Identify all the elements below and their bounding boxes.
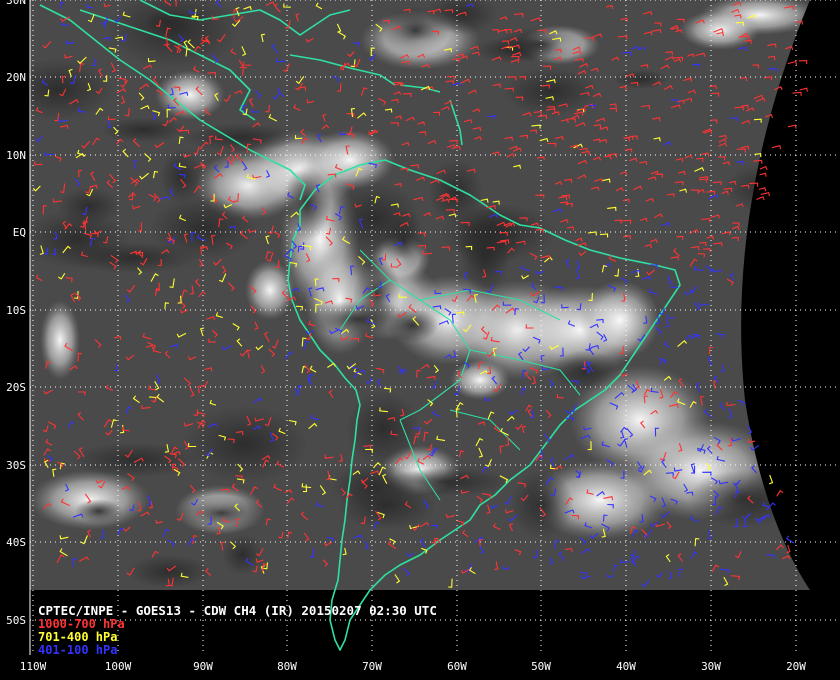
clear-sky-patch [183,123,298,152]
longitude-label: 50W [531,660,551,673]
clear-sky-patch [460,216,510,296]
longitude-label: 40W [616,660,636,673]
longitude-label: 90W [193,660,213,673]
latitude-label: 40S [6,536,26,549]
longitude-label: 100W [105,660,132,673]
clear-sky-patch [474,36,555,64]
legend-mid-level: 701-400 hPa [38,630,117,644]
cloud-patch [450,360,510,400]
clear-sky-patch [327,181,422,256]
latitude-label: 20S [6,381,26,394]
clear-sky-patch [305,300,413,338]
longitude-label: 70W [362,660,382,673]
latitude-label: 30N [6,0,26,7]
clear-sky-patch [510,469,574,540]
clear-sky-patch [612,69,670,90]
longitude-label: 110W [20,660,47,673]
map-title: CPTEC/INPE - GOES13 - CDW CH4 (IR) 20150… [38,603,437,618]
clear-sky-patch [283,165,332,241]
longitude-label: 30W [701,660,721,673]
latitude-label: 20N [6,71,26,84]
longitude-label: 60W [447,660,467,673]
clear-sky-patch [100,117,186,143]
latitude-label: 10S [6,304,26,317]
ir-image [30,0,810,590]
longitude-label: 20W [786,660,806,673]
latitude-label: EQ [13,226,26,239]
clear-sky-patch [160,148,204,205]
clear-sky-patch [74,498,123,524]
clear-sky-patch [182,405,309,484]
satellite-wind-map: 110W 100W 90W 80W 70W 60W 50W 40W 30W 20W 30N 20N 1… [0,0,840,680]
longitude-label: 80W [277,660,297,673]
latitude-label: 10N [6,149,26,162]
latitude-label: 50S [6,614,26,627]
clear-sky-patch [386,467,511,497]
legend-low-level: 1000-700 hPa [38,617,125,631]
legend-high-level: 401-100 hPa [38,643,117,657]
latitude-label: 30S [6,459,26,472]
